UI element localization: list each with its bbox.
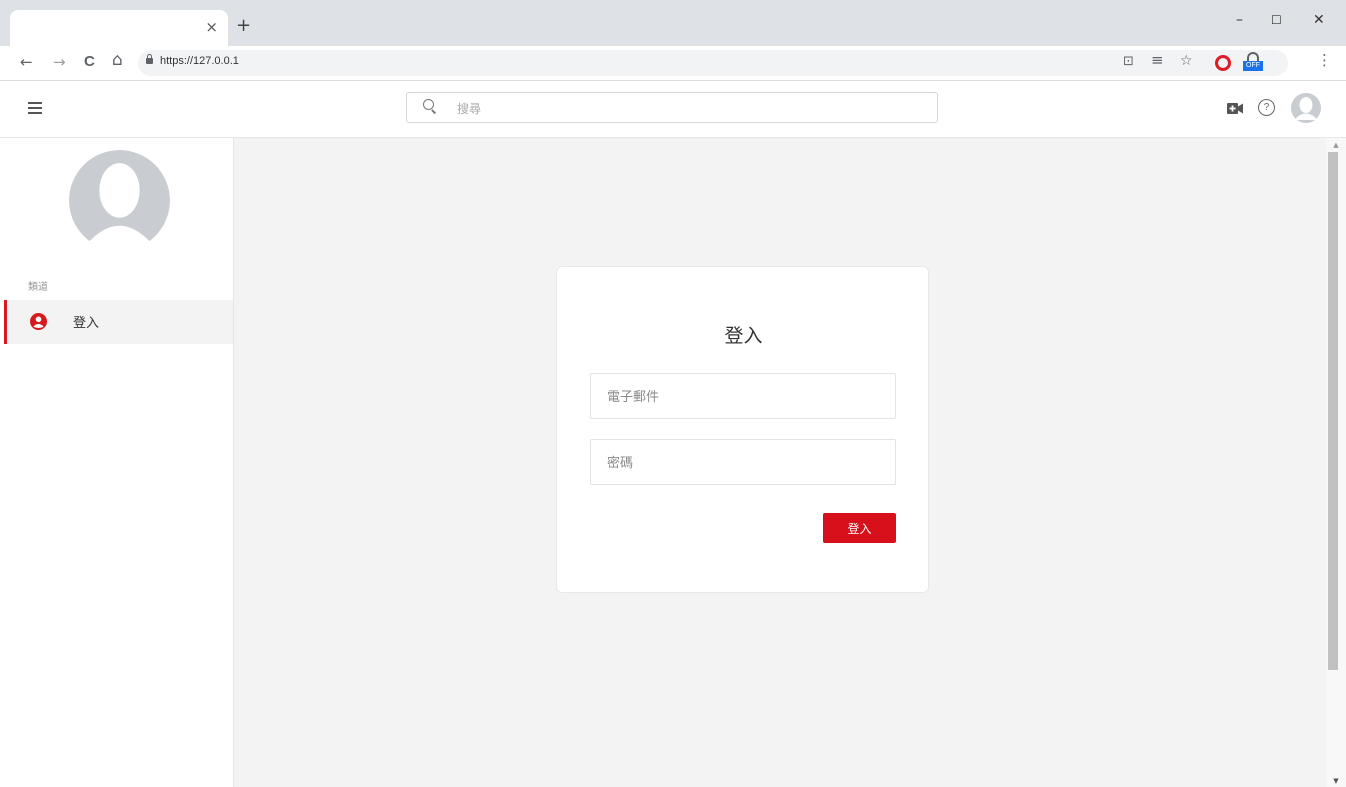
address-bar[interactable]: https://127.0.0.1 — [138, 50, 1288, 76]
scroll-up-arrow-icon[interactable]: ▲ — [1326, 140, 1346, 150]
search-box — [406, 92, 938, 123]
hamburger-menu-icon[interactable] — [28, 102, 42, 114]
browser-tab[interactable]: × — [10, 10, 228, 46]
tab-close-icon[interactable]: × — [205, 18, 218, 36]
new-tab-button[interactable]: + — [236, 17, 251, 35]
browser-tab-strip: × + – ☐ ✕ — [0, 0, 1346, 46]
back-button[interactable]: ← — [20, 54, 33, 70]
sidebar: 類道 登入 — [0, 138, 234, 787]
sidebar-avatar-icon — [69, 150, 170, 251]
user-avatar-icon[interactable] — [1291, 93, 1321, 123]
password-input[interactable] — [605, 453, 879, 473]
app-header: ? — [0, 81, 1346, 138]
main-content: 登入 登入 — [234, 138, 1326, 787]
email-input[interactable] — [605, 387, 879, 407]
sidebar-item-login[interactable]: 登入 — [4, 300, 233, 344]
page-scrollbar[interactable]: ▲ ▼ — [1326, 138, 1346, 787]
adblock-extension-icon[interactable]: OFF — [1243, 51, 1263, 71]
login-button[interactable]: 登入 — [823, 513, 896, 543]
window-maximize-button[interactable]: ☐ — [1271, 12, 1282, 28]
search-icon — [423, 99, 437, 114]
adblock-off-label: OFF — [1243, 61, 1263, 71]
window-close-button[interactable]: ✕ — [1313, 12, 1325, 28]
scroll-thumb[interactable] — [1328, 152, 1338, 670]
help-circle-icon[interactable]: ? — [1258, 99, 1275, 116]
login-card: 登入 登入 — [556, 266, 929, 593]
reading-list-icon[interactable]: ≡ — [1151, 52, 1164, 68]
opera-extension-icon[interactable] — [1215, 55, 1231, 71]
window-minimize-button[interactable]: – — [1236, 12, 1243, 28]
home-button[interactable]: ⌂ — [112, 52, 123, 69]
scroll-down-arrow-icon[interactable]: ▼ — [1326, 776, 1346, 786]
video-camera-icon[interactable] — [1227, 103, 1243, 114]
browser-toolbar: ← → C ⌂ https://127.0.0.1 ⊡ ≡ ☆ OFF ⋮ — [0, 46, 1346, 81]
forward-button[interactable]: → — [53, 54, 66, 70]
login-title: 登入 — [724, 325, 763, 347]
reload-button[interactable]: C — [84, 54, 95, 70]
cast-icon[interactable]: ⊡ — [1123, 54, 1134, 70]
sidebar-section-label: 類道 — [28, 282, 48, 293]
password-field — [590, 439, 896, 485]
search-input[interactable] — [455, 99, 919, 119]
adblock-shape — [1247, 52, 1259, 61]
email-field — [590, 373, 896, 419]
user-circle-icon — [30, 313, 47, 330]
address-bar-url: https://127.0.0.1 — [160, 55, 239, 67]
browser-menu-icon[interactable]: ⋮ — [1317, 52, 1332, 68]
bookmark-star-icon[interactable]: ☆ — [1180, 53, 1193, 69]
lock-icon — [146, 54, 153, 64]
sidebar-item-label: 登入 — [73, 316, 100, 331]
